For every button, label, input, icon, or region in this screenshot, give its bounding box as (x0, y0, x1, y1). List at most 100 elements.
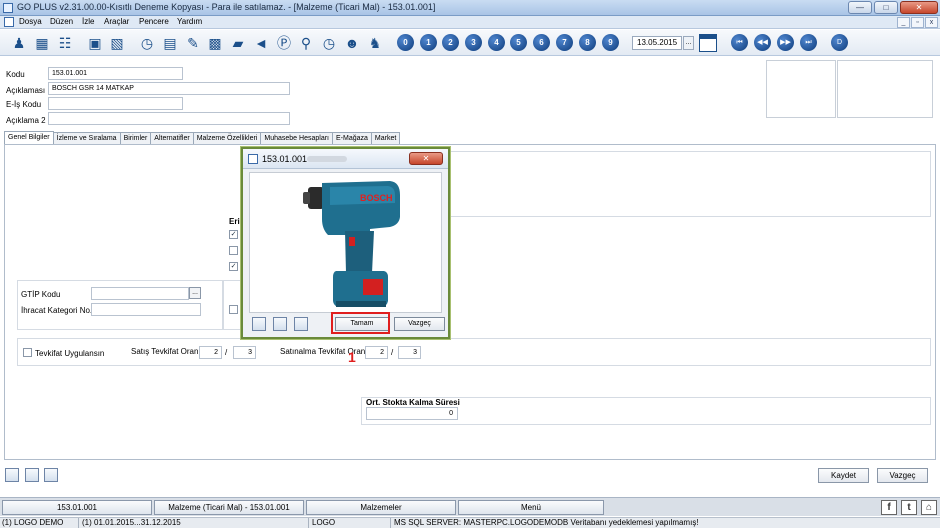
clock-icon[interactable]: ◷ (320, 34, 338, 52)
save-image-icon[interactable] (273, 317, 287, 331)
eis-kodu-label: E-İş Kodu (6, 100, 42, 109)
menu-araclar[interactable]: Araçlar (104, 17, 129, 26)
shortcut-6-button[interactable]: 6 (533, 34, 550, 51)
satis-slash: / (225, 348, 228, 357)
group-icon[interactable]: ☻ (343, 34, 361, 52)
date-picker-button[interactable]: ... (683, 36, 694, 50)
calculator-icon[interactable]: ▧ (108, 34, 126, 52)
d-button[interactable]: D (831, 34, 848, 51)
menu-izle[interactable]: İzle (82, 17, 94, 26)
shortcut-9-button[interactable]: 9 (602, 34, 619, 51)
satis-tevkifat-denominator[interactable]: 3 (233, 346, 256, 359)
aciklama2-input[interactable] (48, 112, 290, 125)
shortcut-8-button[interactable]: 8 (579, 34, 596, 51)
ok-highlight-box (331, 312, 390, 334)
shortcut-4-button[interactable]: 4 (488, 34, 505, 51)
dialog-close-button[interactable]: ✕ (409, 152, 443, 165)
dialog-window-icon (248, 154, 258, 164)
material-photo-box[interactable] (766, 60, 836, 118)
menu-duzen[interactable]: Düzen (50, 17, 73, 26)
gtip-lookup-button[interactable]: ... (189, 287, 201, 299)
taskbar-item-material-card[interactable]: Malzeme (Ticari Mal) - 153.01.001 (154, 500, 304, 515)
first-record-button[interactable]: ⏮ (731, 34, 748, 51)
save-button[interactable]: Kaydet (818, 468, 869, 483)
folder-icon[interactable]: ▰ (229, 34, 247, 52)
parking-icon[interactable]: Ⓟ (275, 34, 293, 52)
shortcut-0-button[interactable]: 0 (397, 34, 414, 51)
date-input[interactable]: 13.05.2015 (632, 36, 682, 50)
document-edit-icon[interactable]: ✎ (184, 34, 202, 52)
previous-record-button[interactable]: ◀◀ (754, 34, 771, 51)
menu-dosya[interactable]: Dosya (19, 17, 42, 26)
clock-list-icon[interactable]: ◷ (138, 34, 156, 52)
calendar-icon[interactable] (699, 34, 717, 52)
shortcut-2-button[interactable]: 2 (442, 34, 459, 51)
taskbar-item-materials[interactable]: Malzemeler (306, 500, 456, 515)
toolbar: ♟ ▦ ☷ ▣ ▧ ◷ ▤ ✎ ▩ ▰ ◄ Ⓟ ⚲ ◷ ☻ ♞ 0 1 2 3 … (0, 30, 940, 56)
users-icon[interactable]: ♟ (10, 34, 28, 52)
document-icon[interactable] (4, 17, 14, 27)
mdi-controls: _ ▫ x (897, 17, 938, 28)
side-checkbox[interactable] (229, 305, 238, 314)
mdi-close-button[interactable]: x (925, 17, 938, 28)
panel-icon-1[interactable] (5, 468, 19, 482)
mdi-maximize-button[interactable]: ▫ (911, 17, 924, 28)
dialog-cancel-button[interactable]: Vazgeç (394, 317, 445, 331)
chart-board-icon[interactable]: ▤ (161, 34, 179, 52)
building-icon[interactable]: ▦ (33, 34, 51, 52)
print-image-icon[interactable] (294, 317, 308, 331)
satis-tevkifat-numerator[interactable]: 2 (199, 346, 222, 359)
shortcut-5-button[interactable]: 5 (510, 34, 527, 51)
menu-pencere[interactable]: Pencere (139, 17, 169, 26)
panel-icon-3[interactable] (44, 468, 58, 482)
megaphone-icon[interactable]: ◄ (252, 34, 270, 52)
eis-kodu-input[interactable] (48, 97, 183, 110)
gtip-label: GTİP Kodu (21, 290, 61, 299)
search-icon[interactable]: ⚲ (297, 34, 315, 52)
ihracat-input[interactable] (91, 303, 201, 316)
hierarchy-icon[interactable]: ☷ (56, 34, 74, 52)
aciklama-label: Açıklaması (6, 86, 46, 95)
minimize-button[interactable]: — (848, 1, 872, 14)
erisim-checkbox-1[interactable]: ✓ (229, 230, 238, 239)
status-user: LOGO (312, 518, 336, 527)
user-settings-icon[interactable]: ♞ (366, 34, 384, 52)
panel-icon-2[interactable] (25, 468, 39, 482)
shortcut-1-button[interactable]: 1 (420, 34, 437, 51)
tevkifat-checkbox[interactable] (23, 348, 32, 357)
material-image-box[interactable] (837, 60, 933, 118)
ort-stok-input[interactable]: 0 (366, 407, 458, 420)
satinalma-tevkifat-denominator[interactable]: 3 (398, 346, 421, 359)
document-download-icon[interactable]: ▩ (206, 34, 224, 52)
close-button[interactable]: ✕ (900, 1, 938, 14)
open-image-icon[interactable] (252, 317, 266, 331)
shortcut-7-button[interactable]: 7 (556, 34, 573, 51)
aciklama-input[interactable]: BOSCH GSR 14 MATKAP (48, 82, 290, 95)
erisim-checkbox-2[interactable] (229, 246, 238, 255)
cancel-button[interactable]: Vazgeç (877, 468, 928, 483)
erisim-checkbox-3[interactable]: ✓ (229, 262, 238, 271)
tevkifat-label: Tevkifat Uygulansın (35, 349, 105, 358)
next-record-button[interactable]: ▶▶ (777, 34, 794, 51)
satinalma-slash: / (391, 348, 394, 357)
shortcut-3-button[interactable]: 3 (465, 34, 482, 51)
gtip-input[interactable] (91, 287, 189, 300)
taskbar-item-material-code[interactable]: 153.01.001 (2, 500, 152, 515)
briefcase-icon[interactable]: ▣ (86, 34, 104, 52)
last-record-button[interactable]: ⏭ (800, 34, 817, 51)
drill-brand-text: BOSCH (360, 193, 393, 203)
kodu-input[interactable]: 153.01.001 (48, 67, 183, 80)
facebook-icon[interactable]: f (881, 500, 897, 515)
mdi-minimize-button[interactable]: _ (897, 17, 910, 28)
image-dialog: 153.01.001 ✕ BOSCH Tamam Vazgeç (241, 147, 450, 339)
satinalma-tevkifat-numerator[interactable]: 2 (365, 346, 388, 359)
home-icon[interactable]: ⌂ (921, 500, 937, 515)
kodu-label: Kodu (6, 70, 25, 79)
maximize-button[interactable]: □ (874, 1, 898, 14)
twitter-icon[interactable]: t (901, 500, 917, 515)
app-icon (3, 3, 13, 13)
menu-yardim[interactable]: Yardım (177, 17, 202, 26)
tab-genel-bilgiler[interactable]: Genel Bilgiler (4, 131, 54, 145)
taskbar-item-menu[interactable]: Menü (458, 500, 604, 515)
general-top-group (445, 151, 931, 217)
